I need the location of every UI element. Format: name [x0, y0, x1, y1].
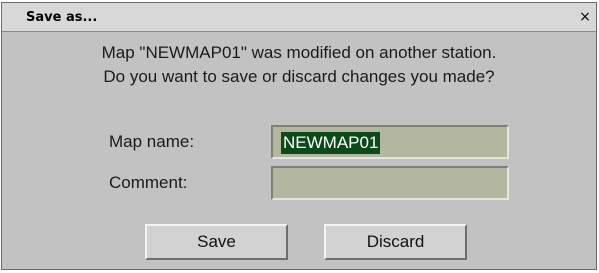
message-line-2: Do you want to save or discard changes y… — [103, 67, 495, 86]
save-button[interactable]: Save — [145, 224, 288, 260]
map-name-value[interactable]: NEWMAP01 — [281, 132, 381, 154]
discard-button[interactable]: Discard — [324, 224, 467, 260]
message-line-1: Map "NEWMAP01" was modified on another s… — [101, 43, 497, 62]
dialog-message: Map "NEWMAP01" was modified on another s… — [2, 41, 596, 89]
dialog-titlebar[interactable]: Save as... × — [2, 3, 596, 32]
map-name-field[interactable]: NEWMAP01 — [271, 125, 509, 159]
comment-label: Comment: — [109, 173, 188, 192]
dialog-title: Save as... — [26, 10, 98, 25]
comment-field[interactable] — [271, 166, 509, 200]
close-icon[interactable]: × — [578, 8, 592, 26]
save-as-dialog: Save as... × Map "NEWMAP01" was modified… — [1, 2, 597, 270]
map-name-label: Map name: — [109, 132, 195, 151]
